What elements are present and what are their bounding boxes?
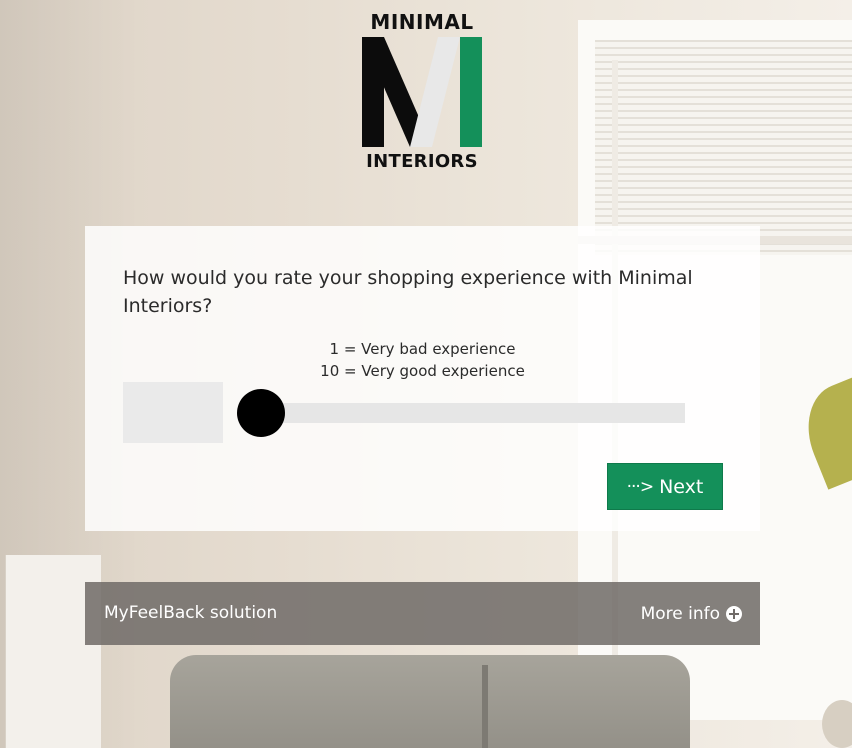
brand-logo: MINIMAL INTERIORS bbox=[362, 10, 482, 175]
more-info-label: More info bbox=[640, 603, 720, 624]
scale-max-label: 10 = Very good experience bbox=[320, 362, 525, 380]
next-button-label: Next bbox=[659, 475, 704, 498]
footer-bar: MyFeelBack solution More info bbox=[85, 582, 760, 645]
logo-bottom-text: INTERIORS bbox=[366, 151, 478, 172]
scale-legend: 1 = Very bad experience 10 = Very good e… bbox=[85, 338, 760, 382]
solution-label: MyFeelBack solution bbox=[104, 603, 278, 623]
question-text: How would you rate your shopping experie… bbox=[123, 267, 693, 317]
more-info-link[interactable]: More info bbox=[641, 582, 742, 645]
rating-slider[interactable] bbox=[237, 387, 685, 437]
survey-card: How would you rate your shopping experie… bbox=[85, 226, 760, 531]
logo-m-mark bbox=[362, 37, 482, 147]
rating-value-display bbox=[123, 382, 223, 443]
next-button[interactable]: ···> Next bbox=[607, 463, 723, 510]
slider-thumb[interactable] bbox=[237, 389, 285, 437]
dotted-arrow-right-icon: ···> bbox=[626, 476, 654, 497]
slider-track[interactable] bbox=[257, 403, 685, 423]
plus-circle-icon bbox=[726, 605, 742, 622]
scale-min-label: 1 = Very bad experience bbox=[329, 340, 516, 358]
logo-top-text: MINIMAL bbox=[370, 10, 474, 34]
